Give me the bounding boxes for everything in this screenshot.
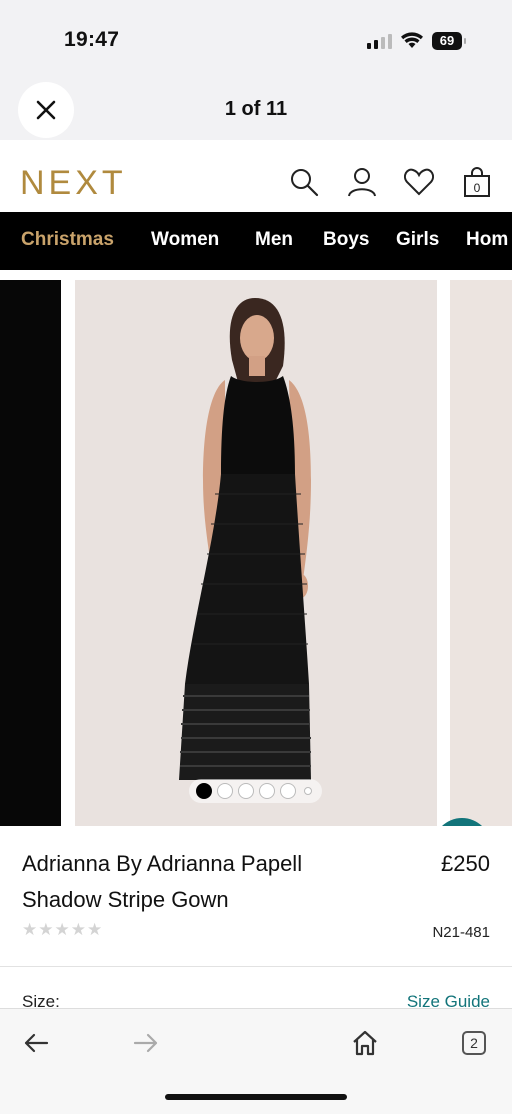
product-page: NEXT 0 Christmas Women Men Boys Girls Ho… — [0, 140, 512, 1008]
tabs-count-icon: 2 — [462, 1031, 486, 1055]
back-button[interactable] — [18, 1025, 54, 1061]
carousel-dot[interactable] — [238, 783, 254, 799]
status-bar: 19:47 69 — [0, 0, 512, 80]
clock: 19:47 — [64, 28, 120, 51]
image-counter: 1 of 11 — [224, 98, 288, 120]
home-button[interactable] — [347, 1025, 383, 1061]
nav-item-men[interactable]: Men — [255, 229, 293, 251]
carousel-dot-small[interactable] — [304, 787, 312, 795]
product-title-line: Adrianna By Adrianna Papell — [22, 851, 303, 876]
site-header: NEXT 0 — [0, 140, 512, 212]
arrow-right-icon — [133, 1033, 158, 1053]
size-label: Size: — [22, 992, 60, 1008]
next-logo[interactable]: NEXT — [20, 164, 127, 203]
carousel-pagination — [189, 779, 322, 803]
carousel-dot[interactable] — [280, 783, 296, 799]
product-price: £250 — [441, 851, 490, 876]
nav-item-girls[interactable]: Girls — [396, 229, 439, 251]
nav-item-christmas[interactable]: Christmas — [21, 229, 114, 251]
cellular-signal-icon — [367, 33, 393, 49]
favourites-heart-icon[interactable] — [403, 166, 435, 198]
product-code: N21-481 — [432, 924, 490, 941]
divider — [0, 966, 512, 967]
product-title-line: Shadow Stripe Gown — [22, 887, 229, 912]
search-icon[interactable] — [288, 166, 320, 198]
size-guide-link[interactable]: Size Guide — [407, 992, 490, 1008]
account-icon[interactable] — [346, 166, 378, 198]
nav-item-boys[interactable]: Boys — [323, 229, 369, 251]
carousel-dot[interactable] — [259, 783, 275, 799]
tabs-button[interactable]: 2 — [456, 1025, 492, 1061]
battery-icon: 69 — [432, 32, 466, 50]
basket-count: 0 — [474, 181, 481, 195]
nav-item-home[interactable]: Hom — [466, 229, 508, 251]
home-icon — [353, 1030, 377, 1056]
carousel-dot[interactable] — [217, 783, 233, 799]
basket-icon[interactable]: 0 — [461, 166, 493, 198]
wifi-icon — [401, 32, 423, 48]
previous-product-image[interactable] — [0, 280, 61, 826]
product-image[interactable] — [75, 280, 437, 826]
home-indicator — [165, 1094, 347, 1100]
product-image-carousel[interactable] — [0, 280, 512, 826]
product-title: Adrianna By Adrianna Papell Shadow Strip… — [22, 846, 402, 918]
image-viewer-header: 1 of 11 — [0, 80, 512, 140]
rating-stars[interactable]: ★★★★★ — [22, 920, 103, 940]
model-in-black-gown-illustration — [179, 298, 311, 780]
next-product-image[interactable] — [450, 280, 512, 826]
nav-item-women[interactable]: Women — [151, 229, 219, 251]
carousel-dot-active[interactable] — [196, 783, 212, 799]
arrow-left-icon — [24, 1033, 49, 1053]
forward-button[interactable] — [128, 1025, 164, 1061]
category-nav: Christmas Women Men Boys Girls Hom — [0, 212, 512, 270]
